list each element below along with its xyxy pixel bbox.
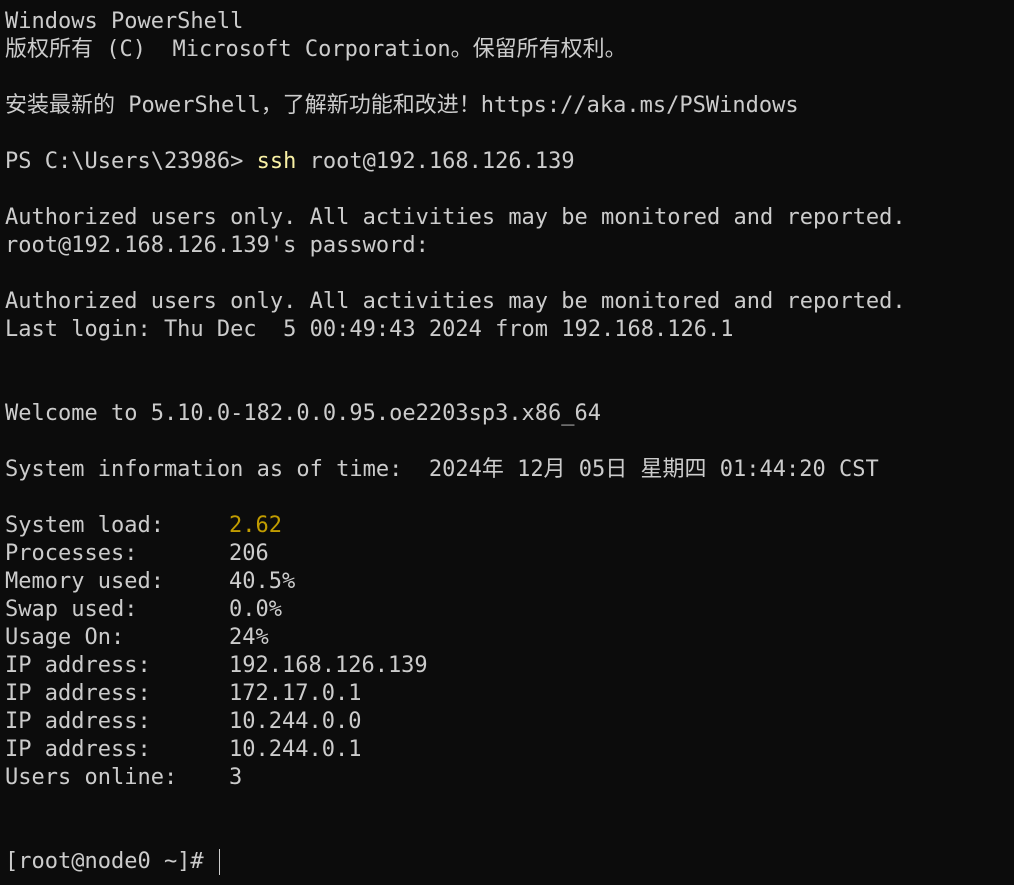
sysinfo-line: System information as of time: 2024年 12月… [5,457,879,482]
tip-line: 安装最新的 PowerShell，了解新功能和改进！https://aka.ms… [5,93,799,118]
stat-row: IP address: 172.17.0.1 [5,680,1014,708]
stat-value: 10.244.0.1 [229,737,362,762]
copyright-line: 版权所有 (C) Microsoft Corporation。保留所有权利。 [5,37,627,62]
welcome-line: Welcome to 5.10.0-182.0.0.95.oe2203sp3.x… [5,401,602,426]
ssh-args: root@192.168.126.139 [296,149,575,174]
stat-label: Processes: [5,541,138,566]
stat-label: Swap used: [5,597,138,622]
stat-label: System load: [5,513,164,538]
stat-value: 192.168.126.139 [229,653,428,678]
password-prompt: root@192.168.126.139's password: [5,233,429,258]
stat-row: Usage On: 24% [5,624,1014,652]
stat-label: IP address: [5,709,151,734]
terminal-window[interactable]: Windows PowerShell 版权所有 (C) Microsoft Co… [0,0,1014,885]
stat-value: 24% [229,625,269,650]
ssh-command: ssh [256,149,297,174]
title-line: Windows PowerShell [5,9,244,34]
stat-label: IP address: [5,653,151,678]
stat-row: Swap used: 0.0% [5,596,1014,624]
stat-value: 172.17.0.1 [229,681,362,706]
ssh-command-line: PS C:\Users\23986> ssh root@192.168.126.… [5,148,1014,176]
text-cursor[interactable] [218,849,220,875]
stat-label: Users online: [5,765,178,790]
shell-prompt-line[interactable]: [root@node0 ~]# [5,848,1014,876]
stat-label: IP address: [5,737,151,762]
stat-row: IP address: 10.244.0.1 [5,736,1014,764]
stat-value: 206 [229,541,269,566]
stat-row: System load: 2.62 [5,512,1014,540]
stat-value: 2.62 [229,513,282,538]
shell-prompt: [root@node0 ~]# [5,849,217,874]
auth-banner: Authorized users only. All activities ma… [5,205,906,230]
stat-value: 3 [229,765,243,790]
ps-prompt: PS C:\Users\23986> [5,149,257,174]
auth-banner: Authorized users only. All activities ma… [5,289,906,314]
stat-row: Users online: 3 [5,764,1014,792]
stat-value: 40.5% [229,569,296,594]
stat-row: Processes: 206 [5,540,1014,568]
stat-row: IP address: 192.168.126.139 [5,652,1014,680]
stat-label: Usage On: [5,625,125,650]
stat-row: Memory used: 40.5% [5,568,1014,596]
stat-value: 10.244.0.0 [229,709,362,734]
stat-label: Memory used: [5,569,164,594]
stat-row: IP address: 10.244.0.0 [5,708,1014,736]
last-login-line: Last login: Thu Dec 5 00:49:43 2024 from… [5,317,734,342]
stat-value: 0.0% [229,597,282,622]
stat-label: IP address: [5,681,151,706]
